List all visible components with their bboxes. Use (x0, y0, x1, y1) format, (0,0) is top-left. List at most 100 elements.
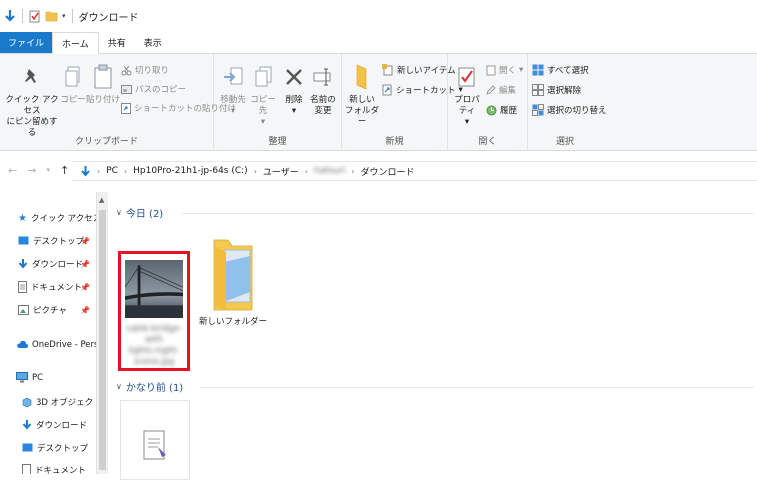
delete-button[interactable]: 削除 ▾ (282, 62, 306, 117)
nav-pc[interactable]: PC (16, 372, 43, 383)
pictures-icon (18, 305, 29, 315)
svg-text:w: w (123, 88, 127, 94)
group-header-long-ago[interactable]: ∨ かなり前 (1) (116, 379, 183, 394)
new-group: 新しい フォルダー 新しいアイテム ▾ ショートカット ▾ 新規 (342, 54, 463, 151)
properties-button[interactable]: プロパティ ▾ (450, 62, 484, 128)
delete-dropdown-icon: ▾ (291, 106, 297, 116)
computer-icon (16, 372, 28, 383)
qa-separator-2 (71, 9, 73, 23)
new-group-label: 新規 (385, 137, 404, 147)
move-to-button[interactable]: 移動先 ▾ (218, 62, 248, 117)
tab-share[interactable]: 共有 (99, 32, 135, 53)
history-icon (486, 105, 497, 115)
text-document-icon (143, 430, 166, 460)
nav-3d-objects[interactable]: 3D オブジェクト (22, 396, 96, 408)
new-folder-name: 新しいフォルダー (198, 317, 267, 327)
new-folder-label-1: 新しい (349, 95, 375, 105)
recent-dropdown-icon[interactable]: ▾ (46, 166, 50, 174)
document-icon (22, 464, 31, 474)
download-icon (22, 420, 32, 430)
new-folder-button[interactable]: 新しい フォルダー (344, 62, 380, 128)
select-group: すべて選択 選択解除 選択の切り替え 選択 (528, 54, 607, 151)
cut-button[interactable]: 切り取り (121, 64, 169, 76)
nav-documents[interactable]: ドキュメント 📌 (18, 281, 96, 293)
nav-pc-desktop[interactable]: デスクトップ (22, 442, 88, 454)
tab-file[interactable]: ファイル (0, 32, 53, 53)
nav-pictures[interactable]: ピクチャ 📌 (18, 304, 96, 316)
group-today-label: 今日 (2) (125, 209, 164, 220)
select-all-button[interactable]: すべて選択 (532, 64, 589, 76)
edit-button[interactable]: 編集 (486, 84, 516, 96)
qa-dropdown-icon[interactable]: ▾ (62, 12, 66, 20)
crumb-username[interactable]: hatsuri (314, 166, 345, 176)
paste-shortcut-icon (121, 102, 131, 114)
navigation-pane: ★ クイック アクセス デスクトップ 📌 ダウンロード 📌 ドキュメント 📌 ピ… (0, 192, 96, 474)
copy-to-button[interactable]: コピー先 ▾ (248, 62, 278, 128)
group-header-today[interactable]: ∨ 今日 (2) (116, 205, 163, 220)
properties-check-icon[interactable] (29, 10, 41, 23)
tab-home[interactable]: ホーム (52, 32, 99, 54)
copy-path-label: パスのコピー (135, 85, 187, 95)
back-icon[interactable]: ← (8, 164, 17, 177)
paste-label: 貼り付け (86, 95, 121, 105)
rename-label-1: 名前の (310, 95, 336, 105)
select-all-label: すべて選択 (547, 66, 589, 76)
paste-button[interactable]: 貼り付け (86, 62, 120, 106)
title-bar: ▾ ダウンロード (0, 0, 757, 32)
tab-view[interactable]: 表示 (135, 32, 171, 53)
nav-pc-downloads-label: ダウンロード (36, 421, 88, 431)
open-group-label: 開く (478, 137, 497, 147)
nav-pc-documents[interactable]: ドキュメント (22, 464, 86, 474)
nav-pc-downloads[interactable]: ダウンロード (22, 419, 87, 431)
new-item-label: 新しいアイテム (397, 66, 456, 76)
history-button[interactable]: 履歴 (486, 104, 517, 116)
nav-desktop-label: デスクトップ (33, 237, 85, 247)
select-all-icon (532, 64, 544, 76)
scissors-icon (121, 65, 132, 75)
copy-button[interactable]: コピー (60, 62, 86, 106)
up-icon[interactable]: ↑ (60, 164, 69, 177)
crumb-pc[interactable]: PC (106, 166, 118, 176)
nav-pc-desktop-label: デスクトップ (37, 444, 89, 454)
nav-scrollbar[interactable]: ▲ (96, 192, 108, 474)
nav-downloads-label: ダウンロード (32, 260, 84, 270)
invert-selection-button[interactable]: 選択の切り替え (532, 104, 607, 116)
select-none-button[interactable]: 選択解除 (532, 84, 581, 96)
crumb-sep-icon: › (253, 166, 257, 176)
file-tile-image[interactable]: cable-bridge-with lights-night- scene.jp… (118, 251, 190, 371)
delete-label: 削除 (285, 95, 303, 105)
crumb-sep-icon: › (304, 166, 308, 176)
scroll-thumb[interactable] (99, 210, 106, 470)
file-tile-new-folder[interactable]: 新しいフォルダー (198, 236, 268, 328)
nav-downloads[interactable]: ダウンロード 📌 (18, 258, 96, 270)
copy-path-button[interactable]: w パスのコピー (121, 83, 186, 95)
file-tile-old[interactable] (120, 400, 190, 480)
scroll-up-icon[interactable]: ▲ (99, 196, 104, 204)
forward-icon[interactable]: → (27, 164, 36, 177)
open-button[interactable]: 開く ▾ (486, 64, 523, 76)
nav-desktop[interactable]: デスクトップ 📌 (18, 235, 96, 247)
rename-button[interactable]: 名前の 変更 (308, 62, 338, 117)
pinned-icon: 📌 (80, 259, 90, 269)
desktop-icon (18, 236, 29, 245)
copy-icon (65, 66, 80, 87)
select-none-icon (532, 84, 544, 96)
new-folder-qa-icon[interactable] (45, 10, 58, 22)
copy-label: コピー (60, 95, 86, 105)
open-icon (486, 65, 496, 75)
crumb-drive[interactable]: Hp10Pro-21h1-jp-64s (C:) (133, 166, 248, 176)
new-item-icon (382, 64, 393, 76)
invert-selection-label: 選択の切り替え (547, 106, 607, 116)
crumb-users[interactable]: ユーザー (263, 165, 299, 178)
crumb-downloads[interactable]: ダウンロード (360, 165, 414, 178)
breadcrumb[interactable]: › PC › Hp10Pro-21h1-jp-64s (C:) › ユーザー ›… (72, 161, 757, 181)
new-folder-label-2: フォルダー (344, 106, 379, 127)
nav-quick-access[interactable]: ★ クイック アクセス (18, 212, 96, 225)
copy-to-icon (255, 66, 272, 87)
group-divider (182, 213, 754, 214)
down-arrow-icon[interactable] (4, 9, 16, 23)
nav-onedrive[interactable]: OneDrive - Person (16, 340, 96, 350)
pin-to-quick-access-button[interactable]: クイック アクセス にピン留めする (4, 62, 60, 139)
rename-icon (313, 68, 331, 86)
open-dropdown-icon: ▾ (519, 65, 524, 75)
